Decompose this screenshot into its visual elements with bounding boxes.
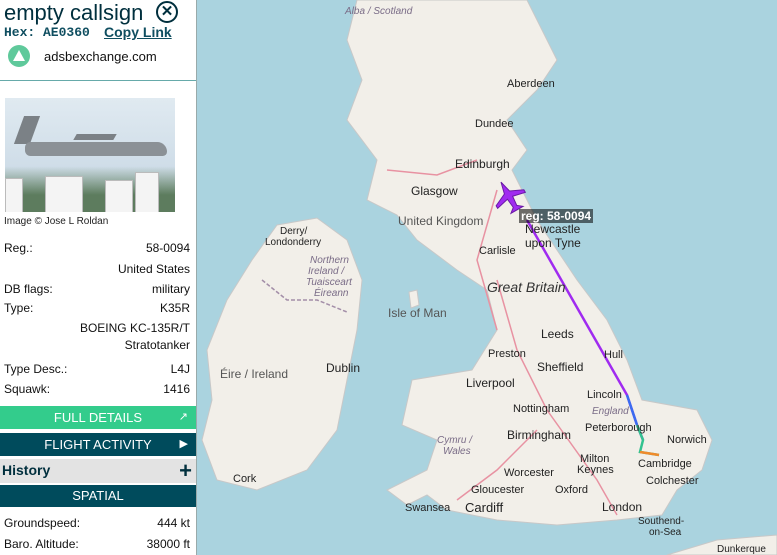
adsbexchange-icon [8,45,30,67]
flight-activity-label: FLIGHT ACTIVITY [44,437,152,452]
map-label-london: London [602,500,643,514]
copy-link-button[interactable]: Copy Link [104,24,172,40]
map-label-ireland: Ireland / [308,266,345,277]
detail-key: Type: [4,301,34,315]
map-label-northern: Northern [310,255,349,266]
map-label-dundee: Dundee [475,118,514,130]
photo-aircraft-body [25,142,167,156]
aircraft-photo[interactable] [5,98,175,212]
map-label-newcastle: Newcastle [525,222,581,236]
external-link-icon: ↗ [178,411,188,423]
history-title: History [2,462,51,478]
photo-building [45,176,83,212]
map-label-lincoln: Lincoln [587,389,622,401]
detail-key: Reg.: [4,241,33,255]
detail-value: 1416 [163,382,190,396]
full-details-label: FULL DETAILS [53,410,143,425]
photo-building [135,172,159,212]
map-label-norwich: Norwich [667,434,707,446]
divider [0,80,196,81]
map-label-glasgow: Glasgow [411,184,458,198]
map-label-great-britain: Great Britain [487,279,566,295]
map-label-dunkerque: Dunkerque [717,544,766,555]
map-label-cambridge: Cambridge [638,458,692,470]
close-icon[interactable]: ✕ [156,1,178,23]
flight-activity-button[interactable]: FLIGHT ACTIVITY ▶ [0,433,196,456]
spatial-section-header[interactable]: SPATIAL [0,485,196,507]
detail-value: Stratotanker [124,338,190,352]
map-label-dublin: Dublin [326,361,361,375]
map-view[interactable]: Alba / Scotland Aberdeen Dundee Edinburg… [197,0,777,555]
map-label-swansea: Swansea [405,502,451,514]
map-label-carlisle: Carlisle [479,245,516,257]
map-label-on-sea: on-Sea [649,527,682,538]
history-section-toggle[interactable]: History + [0,458,196,484]
plus-icon[interactable]: + [179,458,192,484]
map-label-cork: Cork [233,473,257,485]
map-label-newcastle-2: upon Tyne [525,236,581,250]
map-label-eire: Éire / Ireland [220,367,289,381]
map-label-eireann: Éireann [314,288,349,299]
detail-key: Baro. Altitude: [4,537,79,551]
map-label-preston: Preston [488,348,526,360]
detail-key: DB flags: [4,282,53,296]
detail-key: Groundspeed: [4,516,81,530]
map-label-londonderry: Londonderry [265,237,322,248]
map-label-worcester: Worcester [504,467,554,479]
map-label-birmingham: Birmingham [507,428,572,442]
map-label-cymru: Cymru / [437,435,472,446]
map-label-southend: Southend- [638,516,685,527]
map-label-colchester: Colchester [646,475,699,487]
photo-credit: Image © Jose L Roldan [4,216,109,227]
detail-key: Squawk: [4,382,51,396]
detail-value: L4J [170,362,190,376]
map-label-alba: Alba / Scotland [345,6,413,17]
detail-value: 58-0094 [145,241,190,255]
detail-value: BOEING KC-135R/T [79,321,190,335]
map-label-liverpool: Liverpool [466,376,515,390]
hex-code: Hex: AE0360 [4,25,90,40]
chevron-right-icon: ▶ [179,438,188,450]
map-label-tuaisceart: Tuaisceart [306,277,352,288]
photo-building [5,178,23,212]
map-label-peterborough: Peterborough [585,422,652,434]
callsign-title: empty callsign [4,0,144,25]
map-label-aberdeen: Aberdeen [507,78,555,90]
map-label-wales: Wales [443,446,471,457]
map-label-nottingham: Nottingham [513,403,570,415]
map-label-sheffield: Sheffield [537,360,584,374]
map-label-england: England [592,406,629,417]
map-label-isle-of-man: Isle of Man [388,306,447,320]
map-label-oxford: Oxford [555,484,589,496]
full-details-button[interactable]: FULL DETAILS ↗ [0,406,196,429]
detail-value: 444 kt [157,516,190,530]
detail-value: United States [117,262,190,276]
detail-value: K35R [159,301,190,315]
aircraft-info-panel: empty callsign ✕ Hex: AE0360 Copy Link a… [0,0,197,555]
photo-building [105,180,133,212]
photo-aircraft-wing [73,134,117,140]
aircraft-label[interactable]: reg: 58-0094 [519,209,594,223]
map-label-leeds: Leeds [541,327,574,341]
source-name[interactable]: adsbexchange.com [44,49,157,64]
photo-aircraft-tail [13,116,41,144]
map-label-hull: Hull [604,349,623,361]
map-label-cardiff: Cardiff [465,500,504,515]
map-label-edinburgh: Edinburgh [455,157,510,171]
map-label-gloucester: Gloucester [471,484,525,496]
map-label-keynes: Keynes [577,464,614,476]
map-canvas [201,0,777,555]
spatial-label: SPATIAL [72,488,124,503]
map-label-derry: Derry/ [280,226,308,237]
detail-key: Type Desc.: [4,362,68,376]
detail-value: military [152,282,190,296]
map-label-uk: United Kingdom [398,214,484,228]
detail-value: 38000 ft [146,537,190,551]
